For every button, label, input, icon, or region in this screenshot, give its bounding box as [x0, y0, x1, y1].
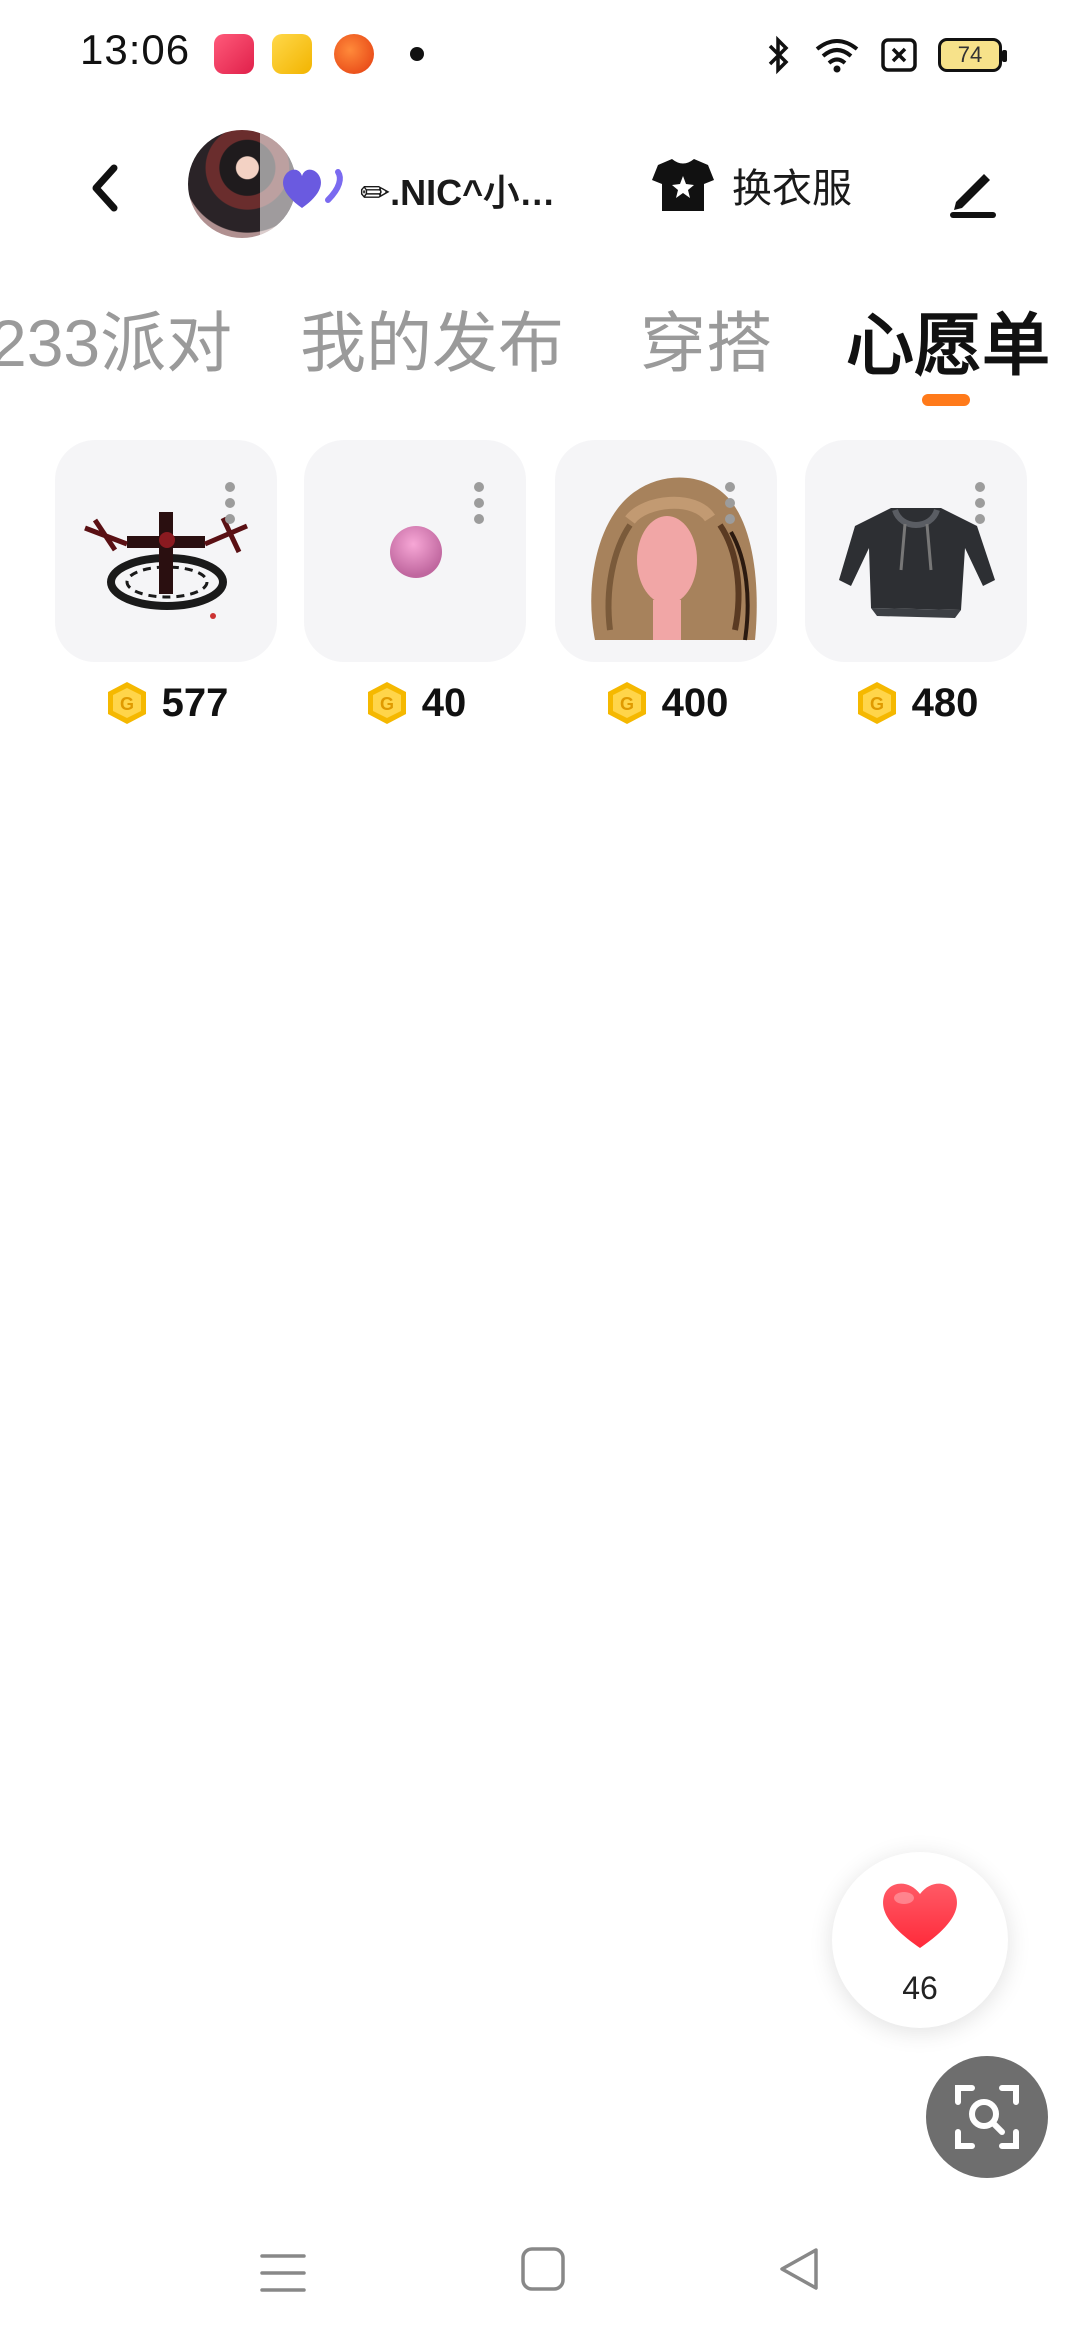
edit-icon	[950, 174, 996, 218]
svg-text:G: G	[620, 694, 634, 714]
hoodie-image	[839, 508, 995, 618]
back-icon	[92, 164, 118, 212]
tab-outfits[interactable]: 穿搭	[640, 290, 772, 386]
coin-icon: G	[607, 682, 646, 724]
status-bar: 13:06 74	[0, 0, 1080, 110]
change-outfit-button[interactable]: 换衣服	[650, 152, 852, 218]
item-price: G 400	[555, 680, 777, 726]
more-icon[interactable]	[225, 482, 237, 530]
recent-apps-button[interactable]	[260, 2250, 306, 2301]
screen: 13:06 74 ✏.NIC^小… 换衣服 233派对 我的发布 穿搭 心愿单 …	[0, 0, 1080, 2340]
home-square-icon	[521, 2247, 565, 2291]
wishlist-item[interactable]: G 480	[805, 440, 1027, 726]
tab-party[interactable]: 233派对	[0, 290, 232, 386]
item-card[interactable]	[805, 440, 1027, 662]
system-nav-bar	[0, 2210, 1080, 2340]
sim-icon	[880, 37, 918, 73]
svg-text:G: G	[120, 694, 134, 714]
price-value: 400	[661, 680, 729, 725]
ball-app-icon	[334, 34, 374, 74]
wishlist-item[interactable]: G 40	[304, 440, 526, 726]
item-card[interactable]	[55, 440, 277, 662]
more-icon[interactable]	[474, 482, 486, 530]
tab-active-indicator	[922, 394, 970, 406]
back-triangle-icon	[780, 2248, 818, 2290]
price-value: 480	[911, 680, 979, 725]
item-card[interactable]	[555, 440, 777, 662]
like-button[interactable]: 46	[832, 1852, 1008, 2028]
item-price: G 480	[805, 680, 1027, 726]
notification-dot	[410, 47, 424, 61]
svg-text:G: G	[380, 694, 394, 714]
battery-icon: 74	[938, 38, 1007, 72]
music-app-icon	[214, 34, 254, 74]
item-card[interactable]	[304, 440, 526, 662]
bluetooth-icon	[764, 35, 794, 75]
edit-button[interactable]	[944, 160, 1004, 220]
profile-header: ✏.NIC^小… 换衣服	[0, 120, 1080, 250]
pink-ball-image	[390, 526, 442, 578]
price-value: 40	[421, 680, 467, 725]
svg-text:G: G	[870, 694, 884, 714]
wavy-hair-image	[591, 477, 757, 641]
wishlist-item[interactable]: G 400	[555, 440, 777, 726]
heart-app-icon	[272, 34, 312, 74]
like-count: 46	[902, 1970, 938, 2006]
tshirt-star-icon	[652, 159, 714, 211]
item-price: G 40	[304, 680, 526, 726]
outfit-label: 换衣服	[732, 167, 852, 211]
menu-icon	[260, 2254, 306, 2292]
tab-wishlist[interactable]: 心愿单	[846, 290, 1050, 389]
coin-icon: G	[367, 682, 406, 724]
wishlist-item[interactable]: G 577	[55, 440, 277, 726]
tab-my-posts[interactable]: 我的发布	[300, 290, 564, 386]
coin-icon: G	[107, 682, 146, 724]
heart-icon	[883, 1883, 957, 1948]
home-button[interactable]	[520, 2246, 566, 2297]
more-icon[interactable]	[725, 482, 737, 530]
status-icons: 74	[764, 30, 1007, 80]
scan-search-icon	[955, 2085, 1019, 2149]
heart-badge-icon	[278, 162, 348, 217]
item-price: G 577	[55, 680, 277, 726]
back-button[interactable]	[80, 158, 130, 218]
more-icon[interactable]	[975, 482, 987, 530]
system-back-button[interactable]	[776, 2246, 822, 2297]
profile-tabs: 233派对 我的发布 穿搭 心愿单	[0, 280, 1080, 410]
coin-icon: G	[857, 682, 896, 724]
scan-button[interactable]	[926, 2056, 1048, 2178]
user-name[interactable]: ✏.NIC^小…	[360, 164, 555, 216]
wifi-icon	[814, 35, 860, 75]
status-time: 13:06	[80, 26, 191, 73]
price-value: 577	[161, 680, 229, 725]
gothic-cross-image	[84, 512, 248, 619]
